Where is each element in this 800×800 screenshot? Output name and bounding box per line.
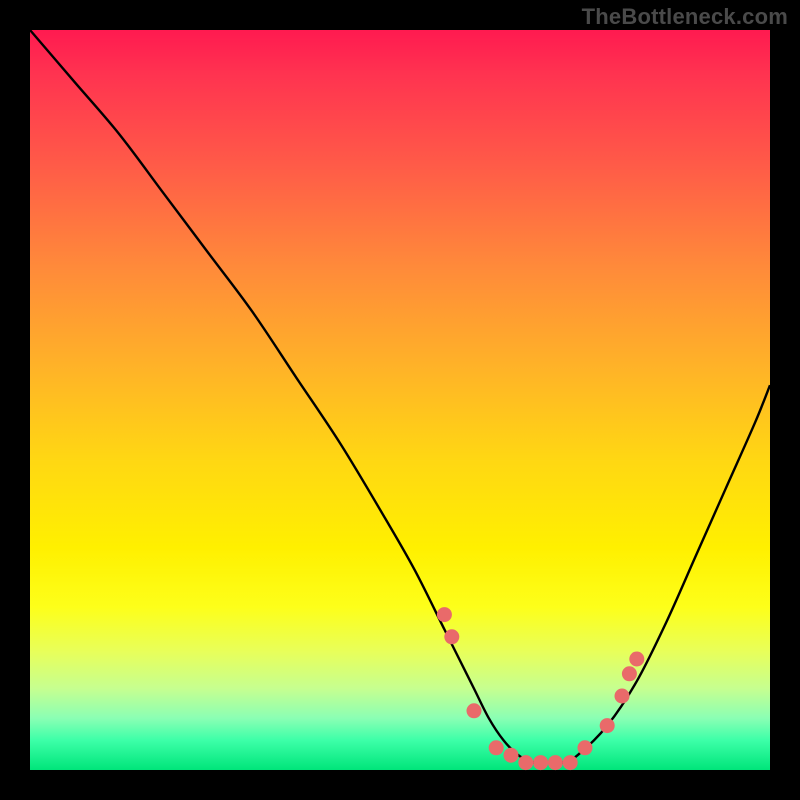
watermark-text: TheBottleneck.com (582, 4, 788, 30)
marker-point (467, 703, 482, 718)
marker-point (518, 755, 533, 770)
marker-point (578, 740, 593, 755)
curve-svg (30, 30, 770, 770)
marker-point (533, 755, 548, 770)
highlight-markers (437, 607, 644, 770)
bottleneck-curve (30, 30, 770, 763)
marker-point (444, 629, 459, 644)
plot-area (30, 30, 770, 770)
marker-point (563, 755, 578, 770)
marker-point (437, 607, 452, 622)
marker-point (489, 740, 504, 755)
marker-point (504, 748, 519, 763)
marker-point (548, 755, 563, 770)
marker-point (615, 689, 630, 704)
marker-point (600, 718, 615, 733)
marker-point (629, 652, 644, 667)
chart-frame: TheBottleneck.com (0, 0, 800, 800)
marker-point (622, 666, 637, 681)
